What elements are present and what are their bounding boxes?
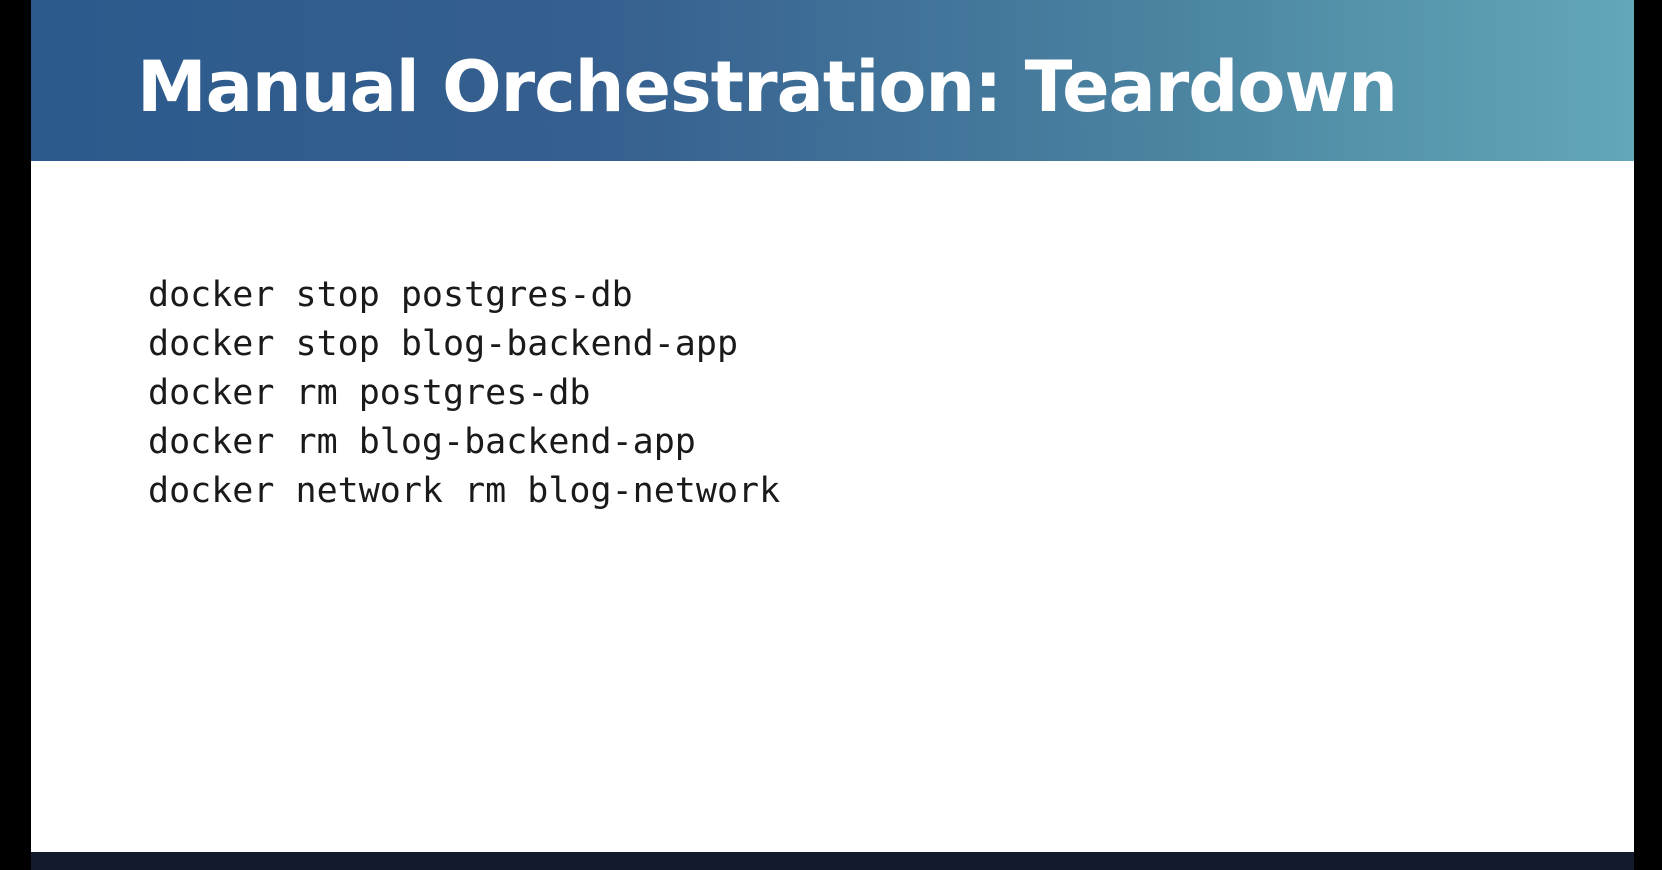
- command-line: docker network rm blog-network: [148, 471, 781, 511]
- bottom-bar: [31, 852, 1634, 870]
- command-line: docker rm blog-backend-app: [148, 422, 696, 462]
- command-line: docker stop postgres-db: [148, 275, 633, 315]
- command-list: docker stop postgres-db docker stop blog…: [148, 271, 780, 516]
- presentation-slide: Manual Orchestration: Teardown docker st…: [31, 0, 1634, 852]
- slide-title: Manual Orchestration: Teardown: [137, 46, 1398, 128]
- command-line: docker stop blog-backend-app: [148, 324, 739, 364]
- command-line: docker rm postgres-db: [148, 373, 591, 413]
- title-bar: Manual Orchestration: Teardown: [31, 0, 1634, 161]
